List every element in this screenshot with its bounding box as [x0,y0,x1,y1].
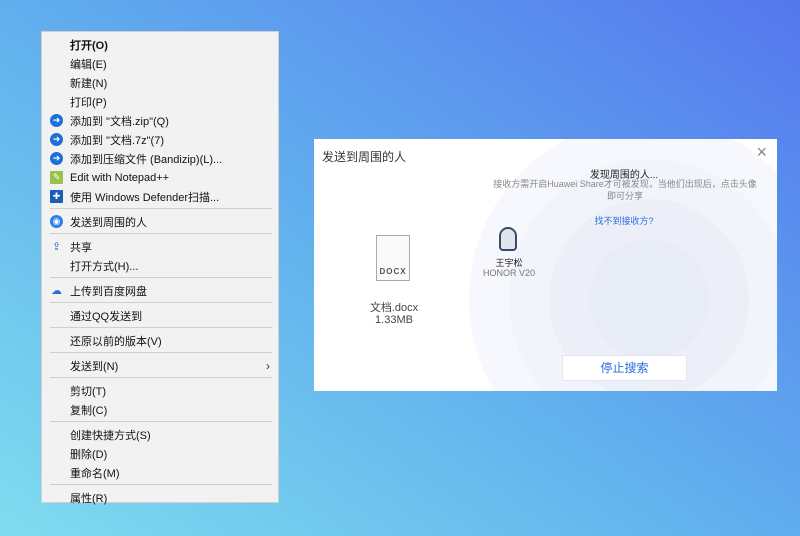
menu-item-label: 重命名(M) [70,467,120,480]
menu-item[interactable]: 打开方式(H)... [42,256,278,275]
menu-item-label: 创建快捷方式(S) [70,429,151,442]
menu-item[interactable]: ➜ 添加到 "文档.zip"(Q) [42,111,278,130]
menu-item-label: 还原以前的版本(V) [70,335,162,348]
menu-item-label: 编辑(E) [70,58,107,71]
menu-item[interactable]: 创建快捷方式(S) [42,425,278,444]
menu-item-label: 删除(D) [70,448,108,461]
menu-item[interactable]: ➜ 添加到 "文档.7z"(7) [42,130,278,149]
menu-item[interactable]: 还原以前的版本(V) [42,331,278,350]
menu-separator [50,327,272,328]
menu-item-label: 打开方式(H)... [70,260,139,273]
bandizip-icon: ➜ [50,152,63,165]
menu-separator [50,233,272,234]
menu-separator [50,484,272,485]
menu-item-label: 使用 Windows Defender扫描... [70,191,220,204]
menu-item[interactable]: 发送到(N) › [42,356,278,375]
stop-search-button[interactable]: 停止搜索 [562,355,687,381]
cant-find-receiver-link[interactable]: 找不到接收方? [494,214,754,227]
search-description: 接收方需开启Huawei Share才可被发现，当他们出现后，点击头像即可分享 [493,179,757,201]
menu-item-label: 添加到压缩文件 (Bandizip)(L)... [70,153,223,166]
bandizip-icon: ➜ [50,114,63,127]
file-size: 1.33MB [375,314,413,326]
menu-item[interactable]: 剪切(T) [42,381,278,400]
menu-item[interactable]: ☁ 上传到百度网盘 [42,281,278,300]
close-icon[interactable]: × [756,142,767,163]
menu-separator [50,277,272,278]
menu-item[interactable]: 通过QQ发送到 [42,306,278,325]
menu-item-label: 添加到 "文档.7z"(7) [70,134,164,147]
file-type-label: DOCX [379,267,407,276]
baidu-pan-icon: ☁ [51,285,62,297]
menu-item[interactable]: 删除(D) [42,444,278,463]
menu-item-label: 发送到(N) [70,360,119,373]
menu-item-label: 属性(R) [70,492,108,505]
device-model: HONOR V20 [482,268,535,278]
bandizip-icon: ➜ [50,133,63,146]
menu-separator [50,352,272,353]
menu-item[interactable]: 打印(P) [42,92,278,111]
menu-item[interactable]: 属性(R) [42,488,278,507]
menu-item[interactable]: ⇪ 共享 [42,237,278,256]
menu-item-label: 打印(P) [70,96,107,109]
menu-item-label: 剪切(T) [70,385,107,398]
menu-item[interactable]: 复制(C) [42,400,278,419]
defender-icon: ✚ [50,190,63,203]
menu-item-label: Edit with Notepad++ [70,171,170,184]
dialog-title: 发送到周围的人 [322,150,407,164]
menu-item[interactable]: ◉ 发送到周围的人 [42,212,278,231]
device-avatar[interactable] [499,227,517,251]
huawei-share-dialog: 发送到周围的人 × 发现周围的人... 接收方需开启Huawei Share才可… [314,139,777,391]
menu-item[interactable]: ➜ 添加到压缩文件 (Bandizip)(L)... [42,149,278,168]
menu-item-label: 通过QQ发送到 [70,310,143,323]
menu-separator [50,208,272,209]
share-icon: ⇪ [51,241,62,253]
menu-item-label: 打开(O) [70,39,108,52]
chevron-right-icon: › [266,358,270,373]
menu-item[interactable]: ✎ Edit with Notepad++ [42,168,278,187]
menu-item-label: 新建(N) [70,77,108,90]
menu-separator [50,421,272,422]
menu-item[interactable]: 打开(O) [42,35,278,54]
menu-item-label: 复制(C) [70,404,108,417]
menu-item-label: 共享 [70,241,92,254]
menu-item-label: 发送到周围的人 [70,216,147,229]
menu-item[interactable]: 新建(N) [42,73,278,92]
context-menu: 打开(O) 编辑(E) 新建(N) 打印(P) ➜ 添加到 "文档.zip"(Q) ➜ 添加到… [41,31,279,505]
menu-separator [50,377,272,378]
menu-item-label: 添加到 "文档.zip"(Q) [70,115,169,128]
notepad-icon: ✎ [50,171,63,184]
menu-item[interactable]: ✚ 使用 Windows Defender扫描... [42,187,278,206]
file-name: 文档.docx [369,302,419,314]
menu-item[interactable]: 编辑(E) [42,54,278,73]
menu-separator [50,302,272,303]
menu-item-label: 上传到百度网盘 [70,285,147,298]
menu-item[interactable]: 重命名(M) [42,463,278,482]
docx-file-icon: DOCX [376,235,410,281]
huawei-share-icon: ◉ [50,215,63,228]
